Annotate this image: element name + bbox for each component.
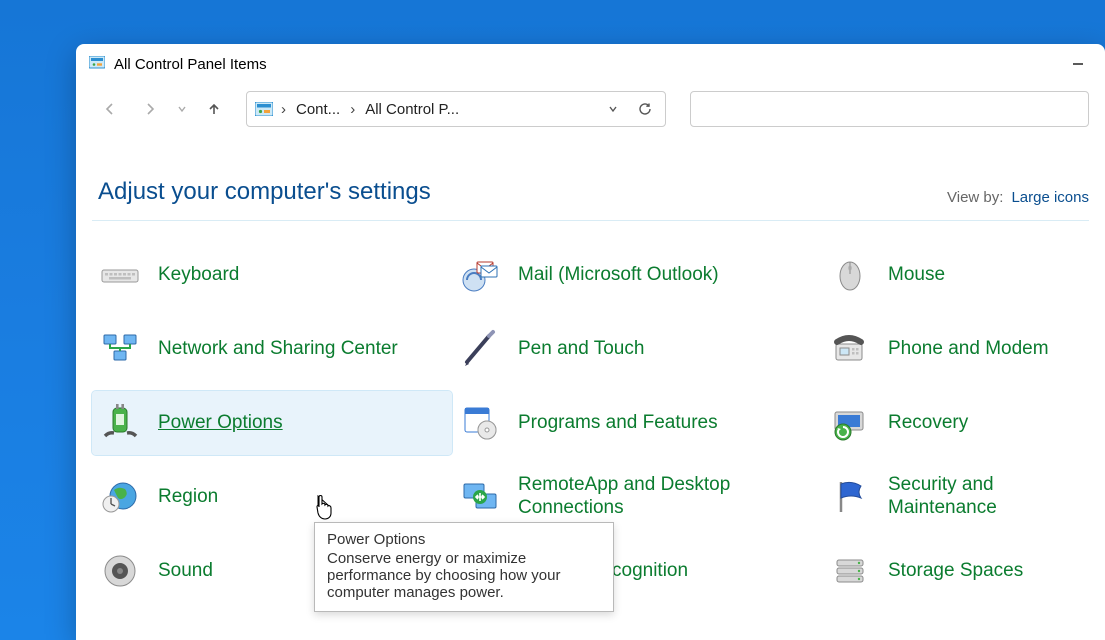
remoteapp-icon (458, 475, 502, 519)
item-label: Keyboard (158, 264, 239, 287)
keyboard-icon (98, 253, 142, 297)
mail-icon (458, 253, 502, 297)
addressbar-icon (255, 102, 273, 116)
programs-icon (458, 401, 502, 445)
region-icon (98, 475, 142, 519)
power-icon (98, 401, 142, 445)
item-keyboard[interactable]: Keyboard (92, 243, 452, 307)
sound-icon (98, 549, 142, 593)
window-title: All Control Panel Items (114, 56, 267, 73)
recovery-icon (828, 401, 872, 445)
address-dropdown[interactable] (599, 103, 627, 115)
item-programs-features[interactable]: Programs and Features (452, 391, 822, 455)
item-mouse[interactable]: Mouse (822, 243, 1089, 307)
content-header: Adjust your computer's settings View by:… (92, 134, 1089, 221)
back-button[interactable] (92, 91, 128, 127)
desktop-background: All Control Panel Items › Cont... › All … (0, 0, 1105, 640)
refresh-button[interactable] (631, 102, 659, 116)
minimize-button[interactable] (1055, 48, 1101, 80)
item-label: Pen and Touch (518, 338, 644, 361)
item-label: Sound (158, 560, 213, 583)
pen-icon (458, 327, 502, 371)
page-title: Adjust your computer's settings (98, 178, 947, 206)
item-remoteapp[interactable]: RemoteApp and Desktop Connections (452, 465, 822, 529)
titlebar: All Control Panel Items (76, 44, 1105, 84)
item-label: Mail (Microsoft Outlook) (518, 264, 719, 287)
item-mail[interactable]: Mail (Microsoft Outlook) (452, 243, 822, 307)
tooltip-title: Power Options (327, 531, 601, 548)
item-label: RemoteApp and Desktop Connections (518, 474, 788, 520)
phone-icon (828, 327, 872, 371)
item-network-sharing[interactable]: Network and Sharing Center (92, 317, 452, 381)
item-label: Mouse (888, 264, 945, 287)
view-by-selector[interactable]: Large icons (1011, 189, 1089, 206)
up-button[interactable] (196, 91, 232, 127)
chevron-right-icon: › (346, 101, 359, 118)
item-label: Network and Sharing Center (158, 338, 398, 361)
flag-icon (828, 475, 872, 519)
view-by-label: View by: (947, 189, 1003, 206)
network-icon (98, 327, 142, 371)
item-recovery[interactable]: Recovery (822, 391, 1089, 455)
item-security-maintenance[interactable]: Security and Maintenance (822, 465, 1089, 529)
item-phone-modem[interactable]: Phone and Modem (822, 317, 1089, 381)
item-power-options[interactable]: Power Options (92, 391, 452, 455)
search-input[interactable] (690, 91, 1089, 127)
tooltip: Power Options Conserve energy or maximiz… (314, 522, 614, 612)
item-label: Phone and Modem (888, 338, 1049, 361)
chevron-right-icon: › (277, 101, 290, 118)
item-label: Power Options (158, 412, 283, 435)
item-pen-touch[interactable]: Pen and Touch (452, 317, 822, 381)
mouse-icon (828, 253, 872, 297)
forward-button[interactable] (132, 91, 168, 127)
item-label: Security and Maintenance (888, 474, 1079, 520)
control-panel-window: All Control Panel Items › Cont... › All … (76, 44, 1105, 640)
breadcrumb-root[interactable]: Cont... (294, 101, 342, 118)
item-label: Recovery (888, 412, 968, 435)
breadcrumb-current[interactable]: All Control P... (363, 101, 461, 118)
item-label: Region (158, 486, 218, 509)
address-bar[interactable]: › Cont... › All Control P... (246, 91, 666, 127)
storage-icon (828, 549, 872, 593)
item-label: Programs and Features (518, 412, 718, 435)
tooltip-body: Conserve energy or maximize performance … (327, 550, 601, 601)
nav-row: › Cont... › All Control P... (76, 84, 1105, 134)
control-panel-icon (88, 55, 106, 73)
item-storage-spaces[interactable]: Storage Spaces (822, 539, 1089, 603)
recent-dropdown[interactable] (172, 91, 192, 127)
item-region[interactable]: Region (92, 465, 452, 529)
item-label: Storage Spaces (888, 560, 1023, 583)
